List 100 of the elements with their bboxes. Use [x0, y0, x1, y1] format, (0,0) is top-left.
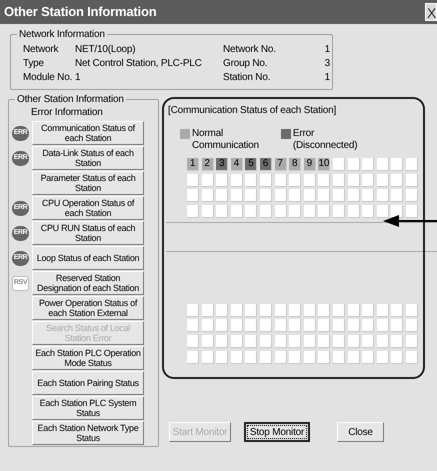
- section-label: Error Information: [31, 107, 103, 118]
- empty-cell: [202, 204, 214, 218]
- station-cell: 1: [187, 158, 199, 171]
- empty-cell: [187, 334, 199, 348]
- empty-cell: [245, 334, 258, 348]
- empty-cell: [202, 319, 214, 332]
- empty-cell: [362, 350, 374, 364]
- empty-cell: [376, 319, 389, 332]
- empty-cell: [362, 304, 374, 317]
- empty-cell: [376, 350, 389, 364]
- empty-cell: [202, 334, 214, 348]
- field-label: Network No.: [223, 43, 277, 57]
- footer-button[interactable]: Close: [337, 422, 384, 442]
- field-value: Net Control Station, PLC-PLC: [75, 57, 203, 71]
- station-info-button[interactable]: Each Station Pairing Status: [32, 371, 144, 395]
- station-info-button[interactable]: Each Station Network Type Status: [32, 421, 144, 445]
- field-value: 1: [324, 71, 330, 85]
- empty-cell: [332, 189, 345, 202]
- empty-cell: [230, 319, 243, 332]
- field-label: Module No.: [23, 71, 74, 85]
- station-info-button[interactable]: Loop Status of each Station: [32, 246, 144, 270]
- field-value: 1: [324, 43, 330, 57]
- empty-cell: [274, 350, 287, 364]
- empty-cell: [202, 304, 214, 317]
- field-label: Network: [23, 43, 60, 57]
- empty-cell: [376, 189, 389, 202]
- empty-cell: [391, 158, 404, 171]
- station-info-button[interactable]: Parameter Status of each Station: [32, 171, 144, 195]
- station-info-button[interactable]: Reserved Station Designation of each Station: [32, 271, 144, 295]
- empty-cell: [216, 189, 228, 202]
- empty-cell: [260, 304, 272, 317]
- station-info-button[interactable]: Each Station PLC System Status: [32, 396, 144, 420]
- empty-cell: [260, 319, 272, 332]
- empty-cell: [406, 189, 418, 202]
- empty-cell: [274, 174, 287, 187]
- empty-cell: [348, 350, 360, 364]
- empty-cell: [216, 334, 228, 348]
- empty-cell: [304, 304, 316, 317]
- empty-cell: [230, 334, 243, 348]
- station-cell: 2: [202, 158, 214, 171]
- station-cell: 9: [304, 158, 316, 171]
- empty-cell: [391, 189, 404, 202]
- legend-label: Error (Disconnected): [292, 128, 358, 152]
- empty-cell: [348, 174, 360, 187]
- empty-cell: [376, 204, 389, 218]
- empty-cell: [318, 319, 330, 332]
- empty-cell: [376, 304, 389, 317]
- empty-cell: [332, 350, 345, 364]
- empty-cell: [274, 319, 287, 332]
- field-label: Station No.: [223, 71, 272, 85]
- empty-cell: [289, 304, 302, 317]
- empty-cell: [260, 174, 272, 187]
- empty-cell: [289, 189, 302, 202]
- empty-cell: [216, 174, 228, 187]
- empty-cell: [391, 204, 404, 218]
- station-info-button[interactable]: Data-Link Status of each Station: [32, 146, 144, 170]
- station-info-button[interactable]: CPU RUN Status of each Station: [32, 221, 144, 245]
- empty-cell: [274, 204, 287, 218]
- empty-cell: [304, 334, 316, 348]
- empty-cell: [216, 319, 228, 332]
- station-info-button[interactable]: Communication Status of each Station: [32, 121, 144, 145]
- empty-cell: [216, 304, 228, 317]
- empty-cell: [230, 304, 243, 317]
- window-close-button[interactable]: X: [425, 3, 437, 21]
- empty-cell: [318, 334, 330, 348]
- field-label: Type: [23, 57, 45, 71]
- empty-cell: [289, 174, 302, 187]
- empty-cell: [332, 334, 345, 348]
- empty-cell: [362, 189, 374, 202]
- station-info-button[interactable]: Each Station PLC Operation Mode Status: [32, 346, 144, 370]
- empty-cell: [187, 189, 199, 202]
- empty-cell: [245, 350, 258, 364]
- empty-cell: [318, 174, 330, 187]
- field-value: 3: [324, 57, 330, 71]
- empty-cell: [274, 304, 287, 317]
- empty-cell: [187, 174, 199, 187]
- empty-cell: [348, 334, 360, 348]
- station-info-button[interactable]: Power Operation Status of each Station External: [32, 296, 144, 320]
- empty-cell: [260, 334, 272, 348]
- empty-cell: [391, 304, 404, 317]
- window-title: Other Station Information: [4, 3, 156, 22]
- empty-cell: [289, 334, 302, 348]
- empty-cell: [332, 204, 345, 218]
- empty-cell: [332, 319, 345, 332]
- station-cell: 6: [260, 158, 272, 171]
- empty-cell: [230, 174, 243, 187]
- field-label: Group No.: [223, 57, 268, 71]
- empty-cell: [304, 189, 316, 202]
- station-info-button[interactable]: CPU Operation Status of each Station: [32, 196, 144, 220]
- empty-cell: [202, 189, 214, 202]
- footer-button[interactable]: Stop Monitor: [244, 422, 310, 442]
- empty-cell: [362, 174, 374, 187]
- empty-cell: [376, 334, 389, 348]
- empty-cell: [245, 174, 258, 187]
- empty-cell: [332, 158, 345, 171]
- empty-cell: [318, 304, 330, 317]
- station-cell: 10: [318, 158, 330, 171]
- empty-cell: [318, 350, 330, 364]
- empty-cell: [187, 304, 199, 317]
- empty-cell: [391, 174, 404, 187]
